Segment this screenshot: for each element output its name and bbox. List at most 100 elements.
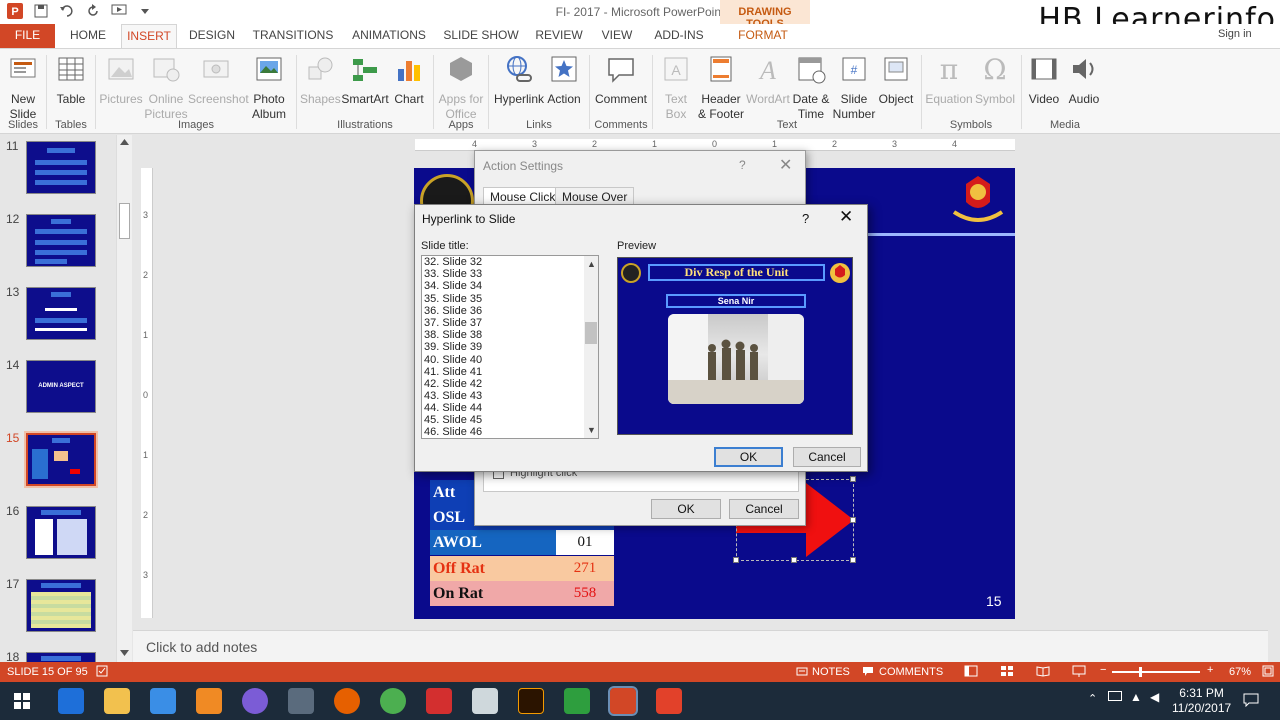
recorder-icon[interactable] — [656, 688, 682, 714]
chart-button[interactable]: Chart — [390, 53, 428, 107]
file-explorer-icon[interactable] — [104, 688, 130, 714]
action-cancel-button[interactable]: Cancel — [729, 499, 799, 519]
firefox-icon[interactable] — [334, 688, 360, 714]
slide-thumbnail-11[interactable] — [26, 141, 96, 194]
action-settings-help-button[interactable]: ? — [739, 158, 746, 172]
zoom-level[interactable]: 67% — [1229, 666, 1251, 678]
video-button[interactable]: Video — [1025, 53, 1063, 107]
list-item[interactable]: 42. Slide 42 — [424, 378, 482, 390]
tab-insert[interactable]: INSERT — [121, 24, 177, 48]
new-slide-button[interactable]: New Slide — [4, 53, 42, 122]
slide-thumbnail-17[interactable] — [26, 579, 96, 632]
symbol-button[interactable]: Ω Symbol — [973, 53, 1017, 107]
action-settings-close-icon[interactable]: ✕ — [779, 155, 792, 175]
illustrator-icon[interactable] — [518, 688, 544, 714]
slide-title-list[interactable]: 32. Slide 32 33. Slide 33 34. Slide 34 3… — [421, 255, 599, 439]
slide-thumbnail-18[interactable] — [26, 652, 96, 662]
reading-view-icon[interactable] — [1036, 665, 1050, 680]
hyperlink-help-button[interactable]: ? — [802, 211, 809, 226]
list-item[interactable]: 37. Slide 37 — [424, 317, 482, 329]
slide-show-icon[interactable] — [1072, 665, 1086, 680]
hyperlink-cancel-button[interactable]: Cancel — [793, 447, 861, 467]
tab-format[interactable]: FORMAT — [733, 24, 793, 48]
smartart-button[interactable]: SmartArt — [341, 53, 389, 107]
windows-start-icon[interactable] — [14, 693, 30, 709]
people-icon[interactable] — [288, 688, 314, 714]
slide-sorter-icon[interactable] — [1000, 665, 1014, 680]
list-item[interactable]: 44. Slide 44 — [424, 402, 482, 414]
list-scroll-up-icon[interactable]: ▲ — [587, 259, 596, 269]
tab-home[interactable]: HOME — [63, 24, 113, 48]
list-item[interactable]: 39. Slide 39 — [424, 341, 482, 353]
zoom-out-button[interactable]: − — [1100, 664, 1106, 676]
vlc-icon[interactable] — [196, 688, 222, 714]
zoom-slider-thumb[interactable] — [1139, 667, 1142, 677]
date-time-button[interactable]: Date & Time — [791, 53, 831, 122]
network-icon[interactable]: ▲ — [1130, 690, 1142, 704]
tab-animations[interactable]: ANIMATIONS — [348, 24, 430, 48]
list-item[interactable]: 32. Slide 32 — [424, 256, 482, 268]
action-button[interactable]: Action — [545, 53, 583, 107]
screenshot-button[interactable]: Screenshot — [188, 53, 249, 107]
thumbnails-scrollbar[interactable] — [116, 135, 132, 662]
hyperlink-button[interactable]: Hyperlink — [493, 53, 545, 107]
list-scroll-down-icon[interactable]: ▼ — [587, 425, 596, 435]
store-icon[interactable] — [150, 688, 176, 714]
hyperlink-ok-button[interactable]: OK — [714, 447, 783, 467]
slide-thumbnail-12[interactable] — [26, 214, 96, 267]
tab-add-ins[interactable]: ADD-INS — [650, 24, 708, 48]
slide-thumbnail-14[interactable]: ADMIN ASPECT — [26, 360, 96, 413]
volume-icon[interactable]: ◀ — [1150, 690, 1159, 704]
tray-chevron-icon[interactable]: ⌃ — [1088, 692, 1097, 705]
table-button[interactable]: Table — [52, 53, 90, 107]
slide-list-scrollbar[interactable]: ▲ ▼ — [584, 256, 598, 438]
list-item[interactable]: 43. Slide 43 — [424, 390, 482, 402]
sign-in-link[interactable]: Sign in — [1218, 28, 1252, 40]
audio-button[interactable]: Audio — [1064, 53, 1104, 107]
list-item[interactable]: 46. Slide 46 — [424, 426, 482, 438]
powerpoint-taskbar-icon[interactable] — [608, 686, 638, 716]
action-ok-button[interactable]: OK — [651, 499, 721, 519]
photo-album-button[interactable]: Photo Album — [247, 53, 291, 122]
list-item[interactable]: 45. Slide 45 — [424, 414, 482, 426]
resize-handle[interactable] — [850, 517, 856, 523]
tab-view[interactable]: VIEW — [598, 24, 636, 48]
wordart-button[interactable]: A WordArt — [745, 53, 791, 107]
list-item[interactable]: 36. Slide 36 — [424, 305, 482, 317]
slide-thumbnail-15[interactable] — [24, 431, 98, 488]
header-footer-button[interactable]: Header & Footer — [695, 53, 747, 122]
slide-number-button[interactable]: # Slide Number — [832, 53, 876, 122]
zoom-in-button[interactable]: + — [1207, 664, 1213, 676]
tab-design[interactable]: DESIGN — [186, 24, 238, 48]
resize-handle[interactable] — [850, 476, 856, 482]
pictures-button[interactable]: Pictures — [99, 53, 143, 107]
shapes-button[interactable]: Shapes — [300, 53, 341, 107]
notes-icon[interactable] — [796, 665, 808, 680]
notes-pane[interactable]: Click to add notes — [133, 630, 1268, 662]
list-item[interactable]: 40. Slide 40 — [424, 354, 482, 366]
system-clock[interactable]: 6:31 PM 11/20/2017 — [1172, 686, 1231, 716]
scroll-up-icon[interactable] — [120, 139, 129, 145]
notes-button[interactable]: NOTES — [812, 666, 850, 678]
tab-file[interactable]: FILE — [0, 24, 55, 48]
list-item[interactable]: 33. Slide 33 — [424, 268, 482, 280]
hyperlink-close-icon[interactable]: ✕ — [839, 207, 853, 227]
anydesk-icon[interactable] — [426, 688, 452, 714]
tab-review[interactable]: REVIEW — [533, 24, 585, 48]
action-center-icon[interactable] — [1243, 693, 1259, 707]
edge-browser-icon[interactable] — [58, 688, 84, 714]
fit-slide-icon[interactable] — [1262, 665, 1274, 680]
tab-slide-show[interactable]: SLIDE SHOW — [443, 24, 519, 48]
resize-handle[interactable] — [850, 557, 856, 563]
equation-button[interactable]: π Equation — [925, 53, 973, 107]
resize-handle[interactable] — [733, 557, 739, 563]
thumbnails-scroll-thumb[interactable] — [119, 203, 130, 239]
camtasia-icon[interactable] — [564, 688, 590, 714]
list-scroll-thumb[interactable] — [585, 322, 597, 344]
apps-for-office-button[interactable]: Apps for Office — [437, 53, 485, 122]
object-button[interactable]: Object — [876, 53, 916, 107]
chrome-icon[interactable] — [380, 688, 406, 714]
calculator-icon[interactable] — [472, 688, 498, 714]
list-item[interactable]: 41. Slide 41 — [424, 366, 482, 378]
online-pictures-button[interactable]: Online Pictures — [144, 53, 188, 122]
